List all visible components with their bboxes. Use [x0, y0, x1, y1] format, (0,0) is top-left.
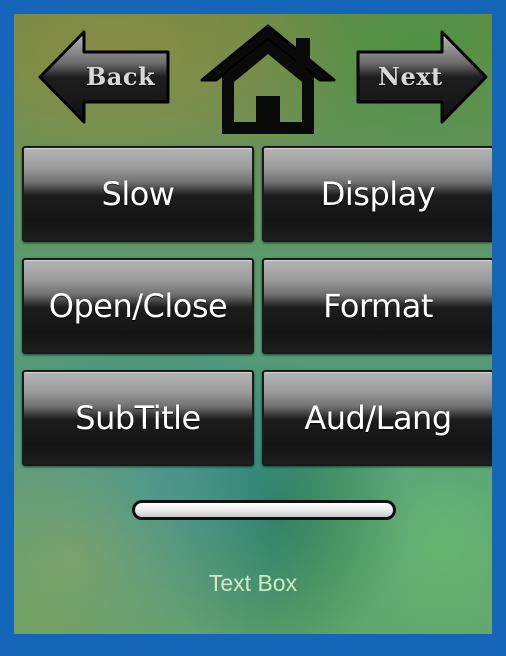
home-icon: [200, 24, 336, 134]
format-button[interactable]: Format: [262, 258, 492, 354]
open-close-label: Open/Close: [48, 287, 228, 325]
slow-label: Slow: [101, 175, 175, 213]
subtitle-button[interactable]: SubTitle: [22, 370, 254, 466]
display-button[interactable]: Display: [262, 146, 492, 242]
format-label: Format: [323, 287, 433, 325]
aud-lang-label: Aud/Lang: [304, 399, 452, 437]
back-button[interactable]: Back: [38, 30, 172, 124]
home-button[interactable]: [196, 22, 340, 138]
next-label: Next: [378, 62, 443, 91]
text-box: Text Box: [208, 570, 298, 596]
open-close-button[interactable]: Open/Close: [22, 258, 254, 354]
slider-track[interactable]: [132, 500, 396, 520]
back-label: Back: [86, 62, 156, 91]
next-button[interactable]: Next: [354, 30, 488, 124]
display-label: Display: [320, 175, 436, 213]
subtitle-label: SubTitle: [75, 399, 201, 437]
remote-panel: Back Next Slow Display Open/Close Format: [0, 0, 506, 656]
slow-button[interactable]: Slow: [22, 146, 254, 242]
aud-lang-button[interactable]: Aud/Lang: [262, 370, 492, 466]
